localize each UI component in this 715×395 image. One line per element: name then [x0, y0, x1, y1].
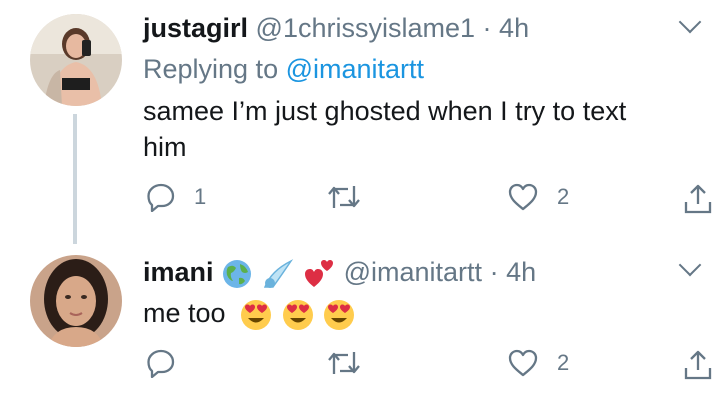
- tweet-text-line: him: [143, 132, 187, 162]
- share-button[interactable]: [683, 182, 713, 214]
- reply-button[interactable]: 1: [146, 182, 206, 212]
- replying-to-handle[interactable]: @imanitartt: [286, 54, 424, 84]
- avatar-imani[interactable]: [30, 255, 122, 347]
- tweet-justagirl[interactable]: justagirl @1chrissyislame1 · 4h Replying…: [0, 0, 715, 245]
- display-name[interactable]: imani: [143, 257, 214, 287]
- tweet-text-line: samee I’m just ghosted when I try to tex…: [143, 96, 627, 126]
- heart-eyes-emoji: [282, 299, 313, 330]
- comet-emoji: [263, 258, 293, 288]
- replying-to: Replying to @imanitartt: [143, 54, 424, 85]
- separator-dot: ·: [489, 257, 499, 287]
- tweet-text-line: me too: [143, 298, 226, 328]
- tweet-header: justagirl @1chrissyislame1 · 4h: [143, 12, 529, 44]
- timestamp[interactable]: 4h: [506, 257, 536, 287]
- retweet-icon: [328, 352, 360, 374]
- heart-icon: [508, 183, 538, 211]
- reply-button[interactable]: [146, 348, 176, 378]
- heart-eyes-emoji: [241, 299, 272, 330]
- heart-icon: [508, 349, 538, 377]
- share-icon: [684, 350, 712, 380]
- retweet-button[interactable]: [327, 182, 361, 212]
- like-count: 2: [557, 184, 570, 209]
- chevron-down-icon[interactable]: [678, 253, 702, 277]
- display-name[interactable]: justagirl: [143, 13, 248, 43]
- separator-dot: ·: [482, 13, 492, 43]
- like-button[interactable]: 2: [507, 182, 569, 212]
- action-bar: 2: [0, 348, 715, 388]
- user-handle[interactable]: @1chrissyislame1: [256, 13, 475, 43]
- reply-icon: [147, 183, 175, 212]
- tweet-header: imani @imanitartt · 4h: [143, 256, 536, 291]
- action-bar: 1 2: [0, 182, 715, 222]
- like-count: 2: [557, 350, 570, 375]
- thread-line: [73, 114, 77, 244]
- like-button[interactable]: 2: [507, 348, 569, 378]
- share-icon: [684, 184, 712, 214]
- chevron-down-icon[interactable]: [678, 10, 702, 34]
- retweet-icon: [328, 186, 360, 208]
- user-handle[interactable]: @imanitartt: [344, 257, 482, 287]
- tweet-text: me too: [143, 295, 356, 332]
- reply-count: 1: [194, 184, 207, 209]
- globe-emoji: [223, 259, 252, 288]
- retweet-button[interactable]: [327, 348, 361, 378]
- tweet-imani[interactable]: imani @imanitartt · 4h me too 2: [0, 245, 715, 395]
- share-button[interactable]: [683, 348, 713, 380]
- two-hearts-emoji: [305, 259, 334, 287]
- tweet-text: samee I’m just ghosted when I try to tex…: [143, 93, 626, 165]
- replying-to-label: Replying to: [143, 54, 279, 84]
- heart-eyes-emoji: [324, 299, 355, 330]
- timestamp[interactable]: 4h: [499, 13, 529, 43]
- reply-icon: [147, 349, 175, 378]
- avatar-justagirl[interactable]: [30, 14, 122, 106]
